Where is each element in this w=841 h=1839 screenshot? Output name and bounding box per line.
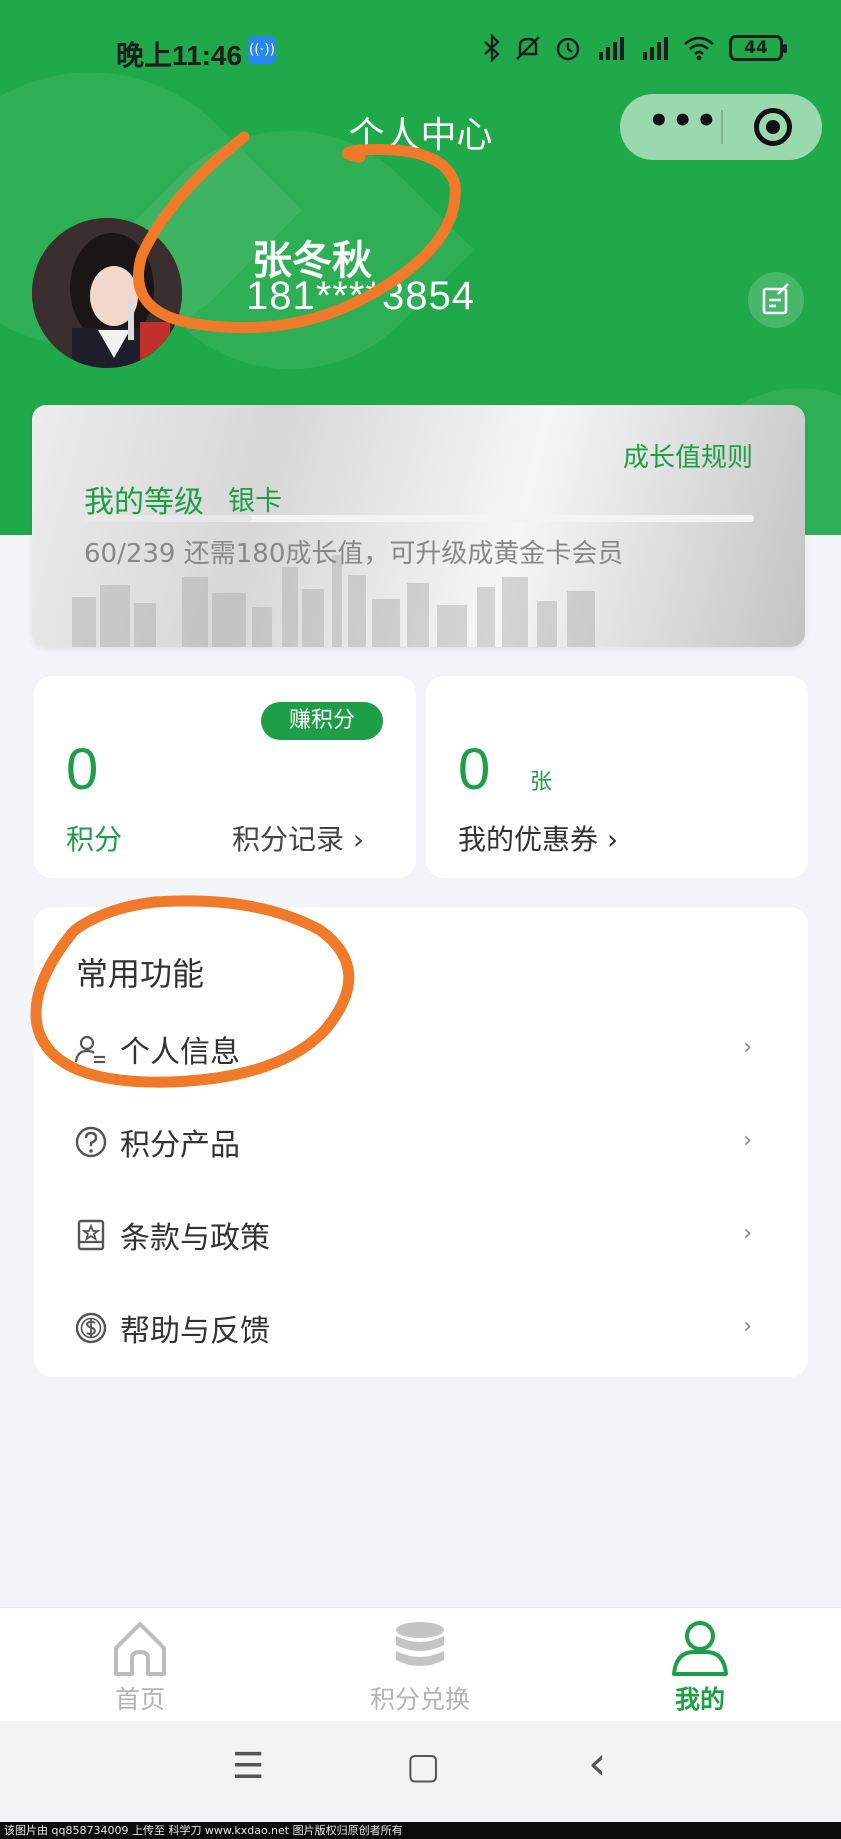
back-button[interactable]: ‹ — [588, 1736, 606, 1790]
menu-item-label: 积分产品 — [120, 1128, 240, 1163]
points-label: 积分 — [66, 823, 123, 856]
question-circle-icon — [75, 1126, 107, 1158]
status-time: 晚上11:46 — [116, 40, 243, 71]
growth-rules-link[interactable]: 成长值规则 — [623, 437, 753, 474]
points-value: 0 — [66, 737, 99, 802]
close-target-button[interactable] — [754, 108, 792, 146]
home-icon — [114, 1622, 166, 1676]
level-progress-text: 60/239 还需180成长值，可升级成黄金卡会员 — [84, 539, 624, 569]
wifi-icon — [684, 36, 714, 61]
mute-icon — [516, 36, 540, 60]
alarm-icon — [556, 37, 580, 61]
earn-points-button[interactable]: 赚积分 — [261, 702, 383, 740]
common-functions-card: 常用功能 个人信息 › 积分产品 › 条款与政策 › 帮助与反馈 › — [34, 907, 808, 1377]
points-record-label: 积分记录 — [232, 823, 345, 856]
my-coupons-label: 我的优惠券 — [458, 823, 599, 856]
chevron-right-icon: › — [743, 1128, 752, 1153]
tab-label: 首页 — [114, 1685, 165, 1714]
coupon-card: 0 张 我的优惠券 › — [426, 676, 808, 878]
level-progress-bar — [84, 515, 754, 522]
coupon-count: 0 — [458, 737, 491, 802]
bluetooth-icon — [484, 34, 500, 62]
status-bar: 晚上11:46 ((·)) 44 — [0, 0, 841, 100]
chevron-right-icon: › — [352, 823, 365, 856]
coins-stack-icon — [396, 1622, 444, 1666]
section-title: 常用功能 — [76, 955, 205, 993]
menu-item-label: 条款与政策 — [120, 1221, 270, 1256]
points-card: 赚积分 0 积分 积分记录 › — [34, 676, 416, 878]
chevron-right-icon: › — [743, 1221, 752, 1246]
status-icons: 44 — [483, 34, 787, 62]
more-menu-button[interactable]: ••• — [648, 104, 717, 146]
level-card: 成长值规则 我的等级 银卡 60/239 还需180成长值，可升级成黄金卡会员 — [32, 405, 805, 647]
menu-item-points-products[interactable]: 积分产品 › — [74, 1110, 774, 1174]
document-star-icon — [77, 1219, 105, 1251]
tab-label: 积分兑换 — [369, 1685, 470, 1714]
tab-label: 我的 — [674, 1685, 725, 1714]
dollar-circle-icon — [75, 1312, 107, 1344]
edit-profile-button[interactable] — [748, 272, 804, 328]
level-progress-fill — [84, 515, 252, 522]
menu-item-personal-info[interactable]: 个人信息 › — [74, 1017, 774, 1081]
my-coupons-link[interactable]: 我的优惠券 › — [458, 818, 618, 858]
coupon-unit: 张 — [530, 770, 553, 795]
points-record-link[interactable]: 积分记录 › — [232, 818, 364, 858]
watermark-footer: 该图片由 qq858734009 上传至 科学刀 www.kxdao.net 图… — [0, 1822, 841, 1839]
bottom-tab-bar: 首页 积分兑换 我的 — [0, 1607, 841, 1721]
tab-mine[interactable]: 我的 — [560, 1608, 840, 1722]
avatar[interactable] — [32, 218, 182, 368]
user-phone: 181****3854 — [246, 274, 475, 318]
recent-apps-button[interactable]: ☰ — [232, 1746, 264, 1787]
capsule-divider — [721, 110, 723, 144]
menu-item-label: 帮助与反馈 — [120, 1314, 270, 1349]
tab-home[interactable]: 首页 — [0, 1608, 280, 1722]
chevron-right-icon: › — [743, 1314, 752, 1339]
system-navigation-bar: ☰ ▢ ‹ — [0, 1722, 841, 1820]
user-icon — [672, 1621, 728, 1676]
miniprogram-capsule: ••• — [620, 94, 822, 160]
signal-hd-icon — [599, 37, 624, 60]
battery-icon: 44 — [729, 35, 787, 61]
chevron-right-icon: › — [743, 1035, 752, 1060]
home-button[interactable]: ▢ — [406, 1746, 440, 1787]
tab-points-exchange[interactable]: 积分兑换 — [280, 1608, 560, 1722]
level-value: 银卡 — [228, 486, 282, 517]
avatar-image — [32, 218, 182, 368]
hotspot-badge-icon: ((·)) — [248, 36, 276, 64]
signal-hd-icon — [643, 37, 668, 60]
menu-item-label: 个人信息 — [120, 1035, 240, 1070]
chevron-right-icon: › — [606, 823, 619, 856]
menu-item-help-feedback[interactable]: 帮助与反馈 › — [74, 1296, 774, 1360]
user-list-icon — [74, 1035, 105, 1064]
edit-icon — [762, 283, 789, 315]
menu-item-terms-policy[interactable]: 条款与政策 › — [74, 1203, 774, 1267]
